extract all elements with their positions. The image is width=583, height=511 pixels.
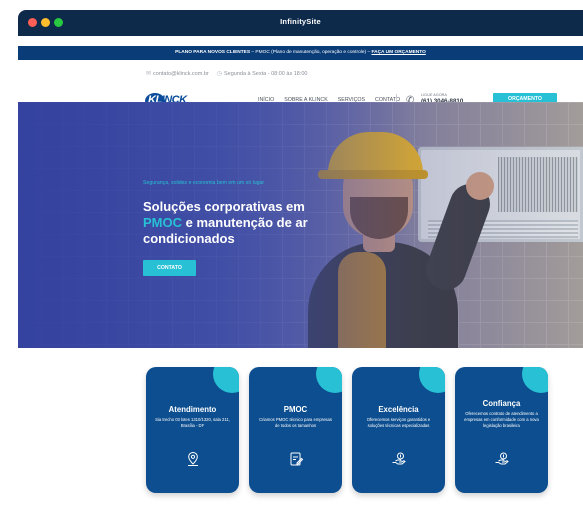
card-title: Atendimento [168,405,217,414]
hero-title-highlight: PMOC [143,215,182,230]
card-title: Confiança [482,399,521,408]
card-corner-accent [316,367,342,393]
browser-window: InfinitySite PLANO PARA NOVOS CLIENTES –… [18,10,583,511]
hero-title-a: Soluções corporativas em [143,199,305,214]
window-title: InfinitySite [280,17,321,26]
card-excelencia[interactable]: Excelência Oferecemos serviços garantido… [352,367,445,493]
promo-text: PMOC (Plano de manutenção, operação e co… [255,50,367,55]
hero-contact-button[interactable]: CONTATO [143,260,196,276]
business-hours: Segunda à Sexta - 08:00 às 18:00 [224,71,308,77]
phone-label: LIGUE AGORA [421,93,447,97]
hero-kicker: Segurança, solidez e economia bem em um … [143,180,265,186]
promo-label: PLANO PARA NOVOS CLIENTES [175,50,251,55]
card-description: Sia trecho 03 lotes 1310/1320, sala 211,… [155,417,230,428]
feature-cards: Atendimento Sia trecho 03 lotes 1310/132… [146,367,556,502]
card-corner-accent [213,367,239,393]
map-pin-icon [146,451,239,472]
email-icon: ✉ [146,71,152,77]
card-title: Excelência [378,405,419,414]
card-title: PMOC [283,405,308,414]
card-description: Oferecemos contrato de atendimento a emp… [464,411,539,428]
document-edit-icon [249,451,342,472]
card-corner-accent [522,367,548,393]
hand-coin-icon [455,451,548,472]
promo-bar: PLANO PARA NOVOS CLIENTES – PMOC (Plano … [18,46,583,60]
hand-coin-icon [352,451,445,472]
contact-info-bar: ✉ contato@klinck.com.br ◷ Segunda à Sexta … [146,68,307,80]
hero-banner: Segurança, solidez e economia bem em um … [18,102,583,348]
hero-title: Soluções corporativas em PMOC e manutenç… [143,199,343,247]
card-atendimento[interactable]: Atendimento Sia trecho 03 lotes 1310/132… [146,367,239,493]
card-confianca[interactable]: Confiança Oferecemos contrato de atendim… [455,367,548,493]
contact-email[interactable]: contato@klinck.com.br [153,71,209,77]
card-corner-accent [419,367,445,393]
promo-cta-link[interactable]: FAÇA UM ORÇAMENTO [371,50,425,55]
clock-icon: ◷ [216,71,222,77]
window-titlebar: InfinitySite [18,10,583,36]
card-description: Criamos PMOC técnico para empresas de to… [259,417,332,428]
card-pmoc[interactable]: PMOC Criamos PMOC técnico para empresas … [249,367,342,493]
card-description: Oferecemos serviços garantidos e soluçõe… [366,417,431,428]
